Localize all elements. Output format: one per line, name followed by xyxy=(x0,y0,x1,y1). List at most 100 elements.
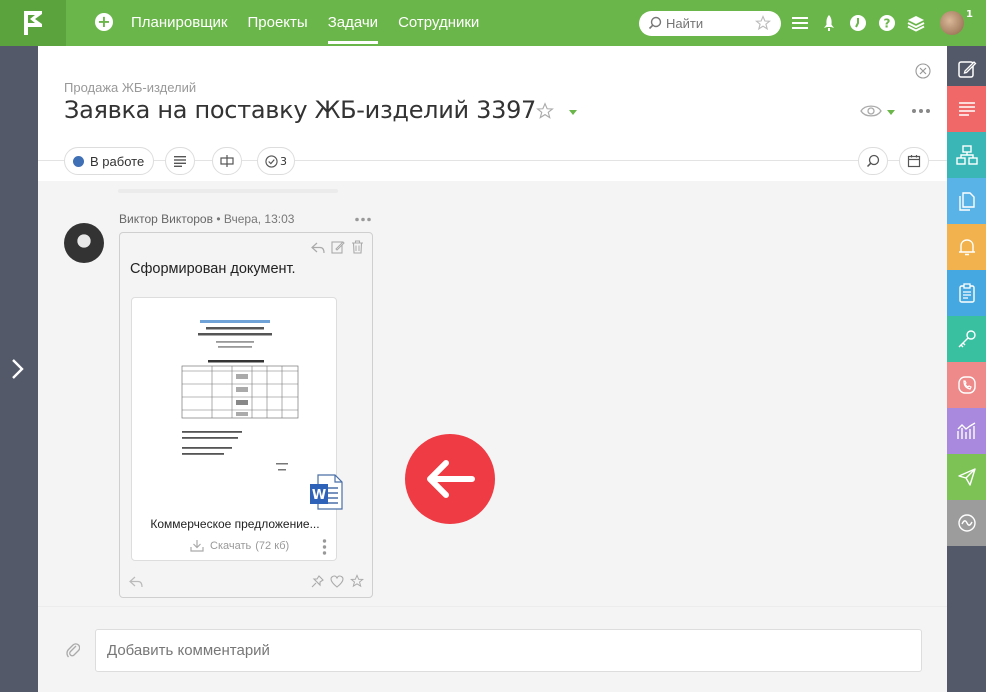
rail-clipboard[interactable] xyxy=(947,270,986,316)
comment-more-icon[interactable] xyxy=(354,217,372,222)
checklist-count: 3 xyxy=(280,154,287,168)
top-icons: ? xyxy=(790,13,935,33)
edit-icon[interactable] xyxy=(331,239,345,258)
flag-logo-icon xyxy=(24,11,42,35)
chevron-right-icon[interactable] xyxy=(10,358,26,380)
rail-charts[interactable] xyxy=(947,408,986,454)
star-icon[interactable] xyxy=(755,15,771,31)
nav-planner[interactable]: Планировщик xyxy=(131,0,227,46)
download-link[interactable]: Скачать (72 кб) xyxy=(190,539,289,552)
close-icon[interactable] xyxy=(915,63,931,79)
text-lines-icon xyxy=(174,156,186,167)
app-logo[interactable] xyxy=(0,0,66,46)
attachment-name[interactable]: Коммерческое предложение... xyxy=(132,517,338,531)
rail-send[interactable] xyxy=(947,454,986,500)
author-name[interactable]: Виктор Викторов xyxy=(119,212,213,226)
files-icon xyxy=(958,192,975,211)
attachment-card[interactable]: W Коммерческое предложение... Скачать (7… xyxy=(131,297,343,561)
heart-icon[interactable] xyxy=(330,573,344,592)
left-collapse-strip[interactable] xyxy=(0,46,38,692)
favorite-star-icon[interactable] xyxy=(536,102,554,120)
task-panel: Продажа ЖБ-изделий Заявка на поставку ЖБ… xyxy=(38,46,947,692)
checklist-button[interactable]: 3 xyxy=(257,147,295,175)
rail-list[interactable] xyxy=(947,86,986,132)
calendar-icon xyxy=(907,155,921,168)
chart-icon xyxy=(956,422,975,439)
reply-icon[interactable] xyxy=(129,573,143,592)
more-horizontal-icon[interactable] xyxy=(911,108,931,114)
page-title: Заявка на поставку ЖБ-изделий 3397 xyxy=(64,96,537,124)
search-input[interactable] xyxy=(666,14,756,32)
help-icon[interactable]: ? xyxy=(877,13,897,33)
nav-projects[interactable]: Проекты xyxy=(247,0,307,46)
comment-reactions xyxy=(305,573,365,592)
rail-contacts[interactable] xyxy=(947,362,986,408)
svg-text:W: W xyxy=(312,488,326,503)
arrow-left-icon xyxy=(427,460,475,498)
top-bar: + Планировщик Проекты Задачи Сотрудники xyxy=(0,0,986,46)
rail-access[interactable] xyxy=(947,316,986,362)
contact-icon xyxy=(957,376,976,394)
word-file-icon: W xyxy=(310,474,343,510)
clock-icon[interactable] xyxy=(848,13,868,33)
rail-reminders[interactable] xyxy=(947,224,986,270)
list-icon xyxy=(958,102,975,116)
description-button[interactable] xyxy=(165,147,195,175)
star-icon[interactable] xyxy=(349,573,365,592)
document-preview-thumbnail[interactable] xyxy=(172,314,302,474)
pin-icon[interactable] xyxy=(311,573,324,592)
attachment-more-icon[interactable] xyxy=(322,538,327,556)
comment-composer xyxy=(38,606,947,692)
calendar-button[interactable] xyxy=(899,147,929,175)
key-icon xyxy=(958,330,976,348)
wave-icon xyxy=(957,514,976,532)
download-label: Скачать xyxy=(210,539,252,552)
nav-tasks[interactable]: Задачи xyxy=(327,0,379,46)
search-comments-button[interactable] xyxy=(858,147,888,175)
rail-files[interactable] xyxy=(947,178,986,224)
title-dropdown-caret[interactable] xyxy=(569,110,577,115)
watch-dropdown-caret[interactable] xyxy=(887,110,895,115)
search-icon xyxy=(866,154,880,168)
layers-icon[interactable] xyxy=(906,13,926,33)
split-icon xyxy=(220,155,234,167)
edit-icon xyxy=(957,61,976,78)
add-button[interactable]: + xyxy=(95,13,113,31)
comment-author: Виктор Викторов • Вчера, 13:03 xyxy=(119,212,294,226)
paperclip-icon[interactable] xyxy=(66,641,80,659)
breadcrumb[interactable]: Продажа ЖБ-изделий xyxy=(64,80,196,95)
rail-activity[interactable] xyxy=(947,500,986,546)
back-arrow-button[interactable] xyxy=(405,434,495,524)
nav-employees[interactable]: Сотрудники xyxy=(398,0,479,46)
avatar[interactable] xyxy=(64,223,104,263)
search-icon xyxy=(648,16,662,30)
clipboard-icon xyxy=(958,283,975,303)
subtasks-button[interactable] xyxy=(212,147,242,175)
rail-structure[interactable] xyxy=(947,132,986,178)
faded-separator xyxy=(118,189,338,193)
file-size: (72 кб) xyxy=(255,539,290,552)
status-button[interactable]: В работе xyxy=(64,147,155,175)
send-icon xyxy=(957,468,976,486)
check-circle-icon xyxy=(265,154,278,168)
comments-feed: Виктор Викторов • Вчера, 13:03 Сформиров… xyxy=(38,181,947,606)
eye-icon[interactable] xyxy=(860,103,882,119)
search-box xyxy=(639,11,781,36)
right-rail xyxy=(947,46,986,692)
comment-text: Сформирован документ. xyxy=(130,261,296,277)
user-avatar-top[interactable] xyxy=(940,11,964,35)
org-icon xyxy=(955,145,978,165)
status-dot xyxy=(73,155,84,167)
trash-icon[interactable] xyxy=(351,239,364,258)
bell-icon xyxy=(958,239,975,256)
comment-box: Сформирован документ. W Коммерческое пре… xyxy=(119,232,373,598)
comment-input[interactable] xyxy=(95,629,922,672)
svg-text:?: ? xyxy=(884,17,891,31)
menu-icon[interactable] xyxy=(790,13,810,33)
status-label: В работе xyxy=(90,153,145,169)
notification-badge: 1 xyxy=(966,9,973,20)
download-icon xyxy=(190,540,204,552)
reply-icon[interactable] xyxy=(311,239,325,258)
comment-time: • Вчера, 13:03 xyxy=(216,212,295,226)
rocket-icon[interactable] xyxy=(819,13,839,33)
